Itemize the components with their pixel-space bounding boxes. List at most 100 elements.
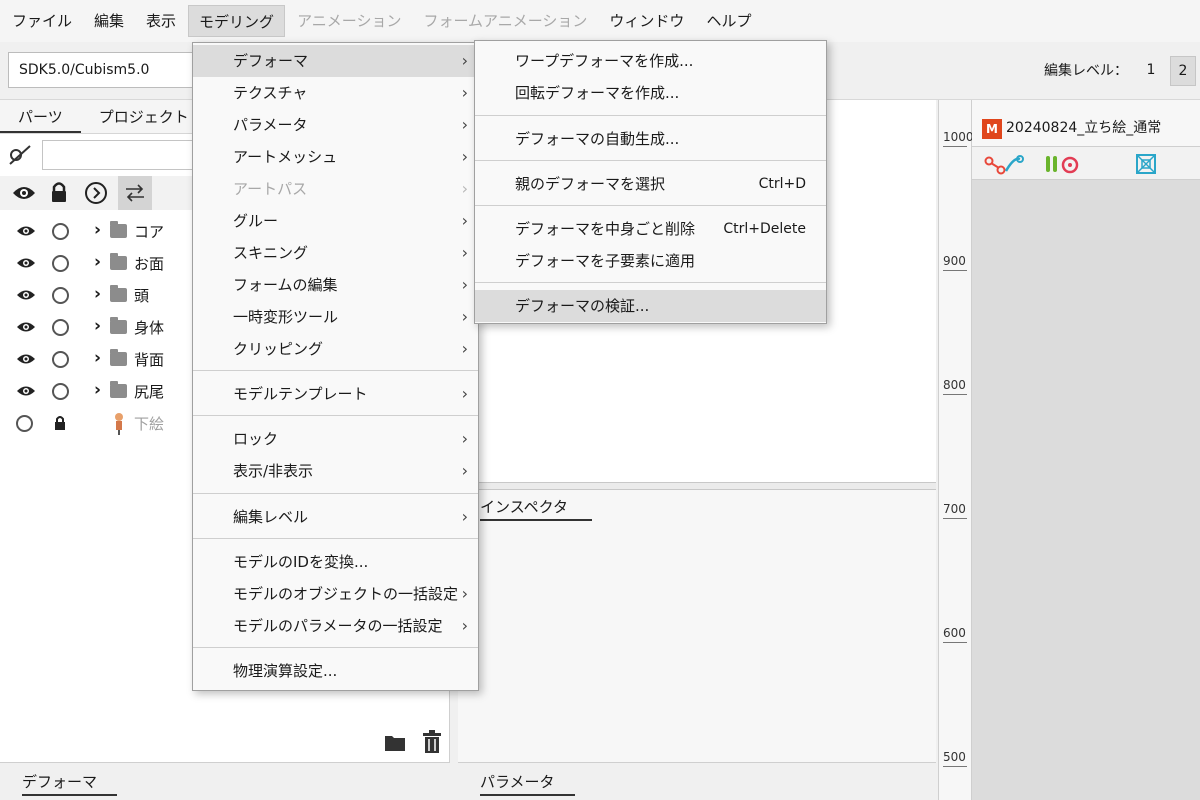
tree-item-label: 頭: [134, 287, 150, 305]
menu-item-label: モデルのパラメータの一括設定: [233, 617, 443, 635]
expand-chevron-icon[interactable]: ›: [94, 284, 101, 304]
panel-splitter[interactable]: [458, 482, 936, 490]
menu-item-physics-settings[interactable]: 物理演算設定...: [193, 655, 478, 687]
expand-chevron-icon[interactable]: ›: [94, 220, 101, 240]
menu-separator: [193, 493, 478, 494]
lock-all-icon[interactable]: [50, 181, 68, 203]
menu-item-label: デフォーマを子要素に適用: [515, 252, 696, 270]
menu-item-auto-generate-deformer[interactable]: デフォーマの自動生成...: [475, 123, 826, 155]
menu-item-apply-deformer-to-children[interactable]: デフォーマを子要素に適用: [475, 245, 826, 277]
menu-modeling[interactable]: モデリング: [188, 5, 286, 37]
menu-item-parameter[interactable]: パラメータ ›: [193, 109, 478, 141]
menu-item-label: 表示/非表示: [233, 462, 314, 480]
menu-item-clipping[interactable]: クリッピング ›: [193, 333, 478, 365]
menu-help[interactable]: ヘルプ: [696, 5, 761, 37]
expand-chevron-icon[interactable]: ›: [94, 348, 101, 368]
menu-item-texture[interactable]: テクスチャ ›: [193, 77, 478, 109]
hidden-toggle-circle[interactable]: [16, 415, 33, 432]
submenu-arrow-icon: ›: [461, 83, 468, 102]
expand-chevron-icon[interactable]: ›: [94, 316, 101, 336]
lock-toggle-circle[interactable]: [52, 287, 69, 304]
menu-item-label: 回転デフォーマを作成...: [515, 84, 680, 102]
new-folder-icon[interactable]: [384, 732, 406, 752]
edit-level-2-button[interactable]: 2: [1170, 56, 1196, 86]
menu-item-label: 一時変形ツール: [233, 308, 339, 326]
menu-item-create-warp-deformer[interactable]: ワープデフォーマを作成...: [475, 45, 826, 77]
menu-item-artpath[interactable]: アートパス ›: [193, 173, 478, 205]
eye-icon[interactable]: [16, 256, 36, 270]
menu-item-label: スキニング: [233, 244, 309, 262]
folder-icon: [110, 285, 127, 302]
menu-item-delete-deformer-with-contents[interactable]: デフォーマを中身ごと削除 Ctrl+Delete: [475, 213, 826, 245]
menu-item-glue[interactable]: グルー ›: [193, 205, 478, 237]
tab-inspector[interactable]: インスペクタ: [480, 496, 593, 521]
menu-item-label: モデルのオブジェクトの一括設定: [233, 585, 459, 603]
expand-arrow-icon[interactable]: [84, 181, 108, 205]
image-figure-icon: [115, 413, 123, 435]
tab-parts[interactable]: パーツ: [0, 100, 81, 133]
submenu-arrow-icon: ›: [461, 429, 468, 448]
eye-icon[interactable]: [16, 384, 36, 398]
menu-form-animation[interactable]: フォームアニメーション: [413, 5, 597, 37]
filter-off-icon[interactable]: [6, 142, 34, 168]
mesh-tool-icon[interactable]: [1134, 152, 1158, 176]
menu-item-temp-transform[interactable]: 一時変形ツール ›: [193, 301, 478, 333]
document-tab[interactable]: M 20240824_立ち絵_通常: [978, 114, 1161, 144]
menu-window[interactable]: ウィンドウ: [599, 5, 694, 37]
menu-item-convert-id[interactable]: モデルのIDを変換...: [193, 546, 478, 578]
menu-edit[interactable]: 編集: [84, 5, 134, 37]
sdk-version-select[interactable]: SDK5.0/Cubism5.0: [8, 52, 194, 88]
expand-chevron-icon[interactable]: ›: [94, 252, 101, 272]
menu-item-deformer[interactable]: デフォーマ ›: [193, 45, 478, 77]
tab-parameter[interactable]: パラメータ: [480, 771, 575, 796]
lock-icon[interactable]: [54, 415, 66, 431]
eye-icon[interactable]: [16, 224, 36, 238]
swap-toggle-button[interactable]: [118, 176, 152, 210]
menu-item-skinning[interactable]: スキニング ›: [193, 237, 478, 269]
glue-tool-icon[interactable]: [1044, 153, 1084, 175]
menu-separator: [475, 115, 826, 116]
trash-icon[interactable]: [422, 730, 442, 754]
eye-icon[interactable]: [16, 320, 36, 334]
ruler-tick: 900: [943, 254, 967, 271]
edit-level-1-button[interactable]: 1: [1138, 56, 1164, 86]
menu-item-edit-level[interactable]: 編集レベル ›: [193, 501, 478, 533]
menu-shortcut: Ctrl+D: [758, 176, 806, 192]
menu-item-lock[interactable]: ロック ›: [193, 423, 478, 455]
menu-shortcut: Ctrl+Delete: [723, 221, 806, 237]
path-tool-icon[interactable]: [984, 153, 1024, 175]
lock-toggle-circle[interactable]: [52, 255, 69, 272]
menu-item-show-hide[interactable]: 表示/非表示 ›: [193, 455, 478, 487]
ruler-tick: 700: [943, 502, 967, 519]
lock-toggle-circle[interactable]: [52, 383, 69, 400]
lock-toggle-circle[interactable]: [52, 223, 69, 240]
menu-item-select-parent-deformer[interactable]: 親のデフォーマを選択 Ctrl+D: [475, 168, 826, 200]
menu-view[interactable]: 表示: [136, 5, 186, 37]
expand-chevron-icon[interactable]: ›: [94, 380, 101, 400]
menu-item-form-edit[interactable]: フォームの編集 ›: [193, 269, 478, 301]
menu-item-model-template[interactable]: モデルテンプレート ›: [193, 378, 478, 410]
viewport-toolbar: [972, 146, 1200, 180]
menu-animation[interactable]: アニメーション: [287, 5, 411, 37]
menu-item-create-rotation-deformer[interactable]: 回転デフォーマを作成...: [475, 77, 826, 109]
menu-item-artmesh[interactable]: アートメッシュ ›: [193, 141, 478, 173]
submenu-arrow-icon: ›: [461, 179, 468, 198]
folder-icon: [110, 253, 127, 270]
eye-icon[interactable]: [16, 352, 36, 366]
tree-item-label: 下絵: [134, 415, 165, 433]
menu-item-batch-object-settings[interactable]: モデルのオブジェクトの一括設定 ›: [193, 578, 478, 610]
visibility-all-icon[interactable]: [12, 184, 36, 202]
menu-separator: [193, 647, 478, 648]
lock-toggle-circle[interactable]: [52, 319, 69, 336]
submenu-arrow-icon: ›: [461, 147, 468, 166]
ruler-tick: 500: [943, 750, 967, 767]
tab-deformer[interactable]: デフォーマ: [22, 771, 118, 796]
eye-icon[interactable]: [16, 288, 36, 302]
lock-toggle-circle[interactable]: [52, 351, 69, 368]
tab-project[interactable]: プロジェクト: [81, 100, 207, 133]
model-viewport[interactable]: M 20240824_立ち絵_通常: [972, 100, 1200, 800]
modeling-menu: デフォーマ › テクスチャ › パラメータ › アートメッシュ › アートパス › グルー…: [192, 42, 479, 691]
menu-file[interactable]: ファイル: [2, 5, 82, 37]
menu-item-batch-parameter-settings[interactable]: モデルのパラメータの一括設定 ›: [193, 610, 478, 642]
menu-item-verify-deformer[interactable]: デフォーマの検証...: [475, 290, 826, 322]
